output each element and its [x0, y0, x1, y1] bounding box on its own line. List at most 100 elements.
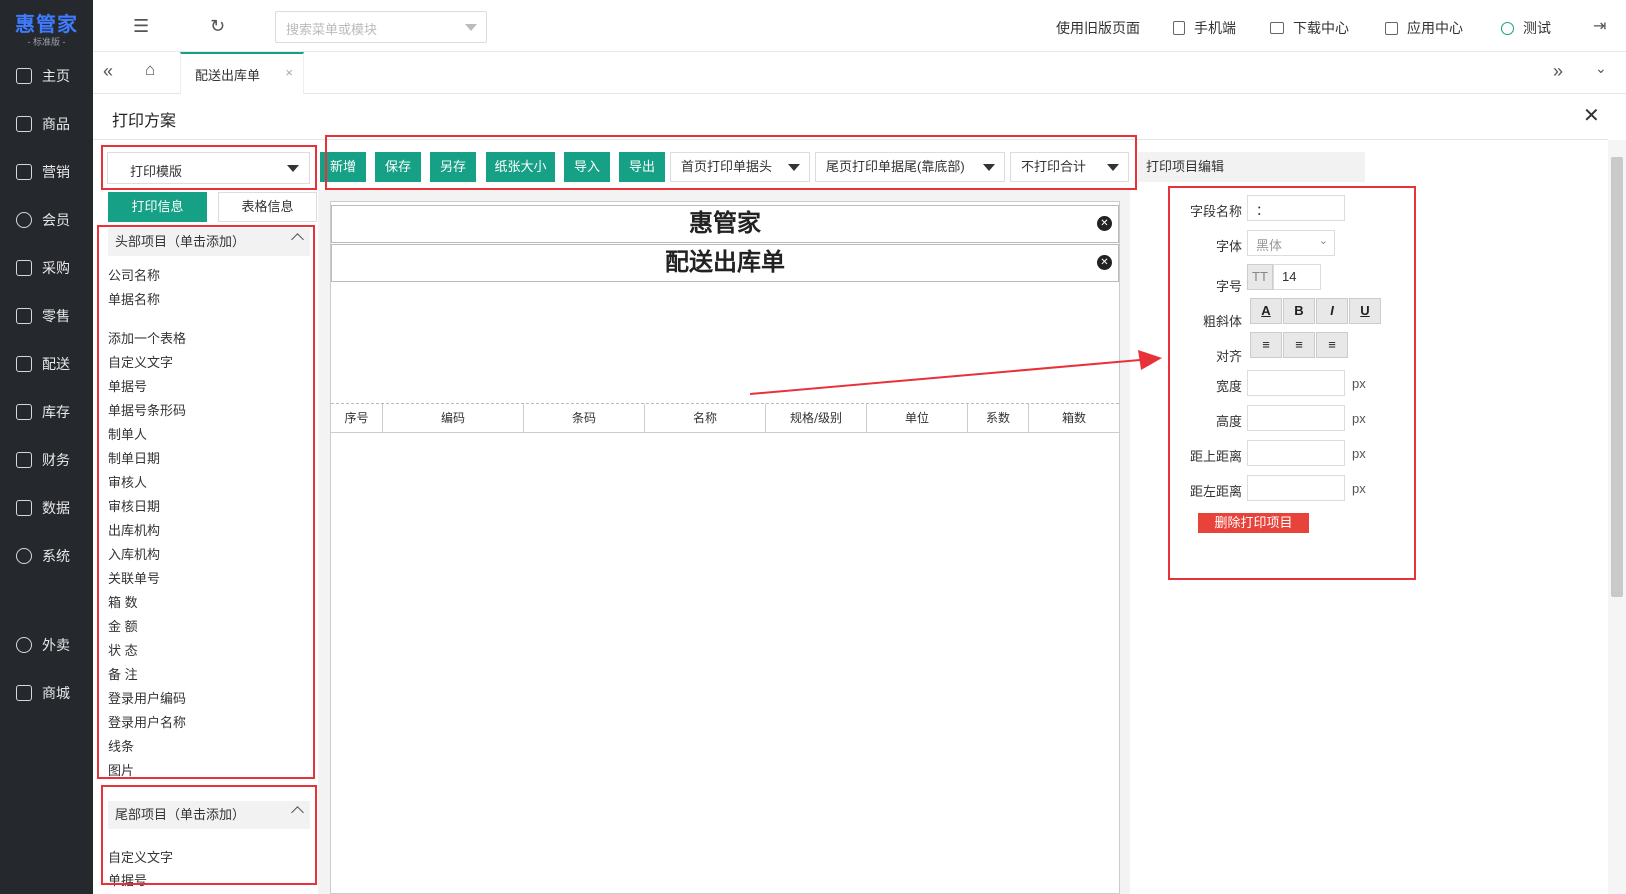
brand-name: 惠管家 [15, 14, 78, 36]
sidebar-item-retail[interactable]: 零售 [0, 298, 93, 334]
apps-grid-icon [1385, 21, 1398, 35]
user-icon [1501, 21, 1514, 35]
scrollbar-thumb[interactable] [1611, 157, 1623, 597]
top-header: ☰ ↻ 搜索菜单或模块 使用旧版页面 手机端 下载中心 应用中心 测试 ⇥ [93, 0, 1626, 52]
double-chevron-right-icon[interactable]: » [1553, 61, 1563, 82]
gear-icon [16, 548, 32, 564]
tab-label: 配送出库单 [195, 68, 261, 83]
monitor-icon [1270, 22, 1284, 34]
sidebar-item-label: 配送 [42, 356, 70, 372]
logout-icon[interactable]: ⇥ [1593, 16, 1606, 36]
sidebar-item-takeout[interactable]: 外卖 [0, 627, 93, 663]
mobile-label: 手机端 [1194, 20, 1236, 36]
sidebar-item-label: 零售 [42, 308, 70, 324]
truck-icon [16, 356, 32, 372]
user-name: 测试 [1523, 20, 1551, 36]
column-header: 名称 [645, 404, 766, 432]
sidebar-item-delivery[interactable]: 配送 [0, 346, 93, 382]
bike-icon [16, 637, 32, 653]
column-header: 规格/级别 [766, 404, 867, 432]
bar-chart-icon [16, 500, 32, 516]
sidebar-item-home[interactable]: 主页 [0, 58, 93, 94]
print-canvas[interactable] [330, 201, 1120, 894]
tab-print-info[interactable]: 打印信息 [108, 192, 207, 222]
sidebar-item-marketing[interactable]: 营销 [0, 154, 93, 190]
app-center-link[interactable]: 应用中心 [1385, 18, 1463, 38]
company-name-text: 惠管家 [689, 210, 761, 237]
sidebar-item-label: 营销 [42, 164, 70, 180]
sidebar-item-label: 库存 [42, 404, 70, 420]
tab-delivery-outbound[interactable]: 配送出库单 × [180, 52, 304, 94]
sidebar-item-goods[interactable]: 商品 [0, 106, 93, 142]
user-link[interactable]: 测试 [1501, 18, 1551, 38]
annotation-box-footer-items [101, 785, 317, 885]
cart-icon [16, 260, 32, 276]
column-header: 条码 [524, 404, 645, 432]
download-center-link[interactable]: 下载中心 [1270, 18, 1349, 38]
chevron-down-icon[interactable]: ⌄ [1595, 60, 1607, 77]
column-header: 箱数 [1061, 411, 1086, 425]
old-version-label: 使用旧版页面 [1056, 20, 1140, 36]
canvas-table-header[interactable]: 序号 编码 条码 名称 规格/级别 单位 系数 箱数 [331, 403, 1119, 433]
panel-title: 打印方案 [112, 113, 177, 130]
menu-collapse-icon[interactable]: ☰ [133, 16, 149, 37]
sidebar-item-label: 财务 [42, 452, 70, 468]
canvas-company-name[interactable]: 惠管家 ✕ [331, 205, 1119, 243]
mobile-icon [1173, 21, 1185, 35]
doc-name-text: 配送出库单 [665, 249, 785, 276]
mobile-link[interactable]: 手机端 [1173, 18, 1236, 38]
column-header: 序号 [331, 404, 383, 432]
tab-table-info[interactable]: 表格信息 [218, 192, 317, 222]
remove-item-icon[interactable]: ✕ [1097, 216, 1112, 231]
arrow-head [1138, 350, 1162, 370]
annotation-box-header-items [97, 225, 315, 779]
sidebar-item-data[interactable]: 数据 [0, 490, 93, 526]
logo: 惠管家 - 标准版 - [0, 0, 93, 50]
app-center-label: 应用中心 [1407, 20, 1463, 36]
sidebar-item-label: 系统 [42, 548, 70, 564]
download-center-label: 下载中心 [1293, 20, 1349, 36]
yen-icon [16, 452, 32, 468]
annotation-box-toolbar [325, 135, 1137, 190]
sidebar-item-label: 数据 [42, 500, 70, 516]
search-input[interactable]: 搜索菜单或模块 [275, 11, 487, 43]
annotation-box-properties [1168, 186, 1416, 580]
chevron-down-icon [465, 24, 477, 31]
sidebar-item-label: 外卖 [42, 637, 70, 653]
sidebar-item-mall[interactable]: 商城 [0, 675, 93, 711]
double-chevron-left-icon[interactable]: « [103, 61, 113, 82]
sidebar-item-label: 会员 [42, 212, 70, 228]
box-icon [16, 404, 32, 420]
canvas-doc-name[interactable]: 配送出库单 ✕ [331, 244, 1119, 282]
home-tab-icon[interactable]: ⌂ [145, 60, 155, 80]
remove-item-icon[interactable]: ✕ [1097, 255, 1112, 270]
store-icon [16, 685, 32, 701]
chart-line-icon [16, 164, 32, 180]
sidebar-item-label: 商品 [42, 116, 70, 132]
column-header: 单位 [867, 404, 968, 432]
annotation-box-template [101, 145, 317, 190]
sidebar-item-purchase[interactable]: 采购 [0, 250, 93, 286]
column-header: 编码 [383, 404, 524, 432]
sidebar: 惠管家 - 标准版 - 主页 商品 营销 会员 采购 零售 配送 库存 财务 数… [0, 0, 93, 894]
sidebar-item-label: 主页 [42, 68, 70, 84]
tabs-bar: « ⌂ 配送出库单 × » ⌄ [93, 52, 1626, 94]
sidebar-item-inventory[interactable]: 库存 [0, 394, 93, 430]
sidebar-item-label: 商城 [42, 685, 70, 701]
close-icon[interactable]: ✕ [1583, 103, 1600, 128]
column-header: 系数 [968, 404, 1029, 432]
tab-close-icon[interactable]: × [285, 65, 293, 80]
sidebar-item-label: 采购 [42, 260, 70, 276]
old-version-link[interactable]: 使用旧版页面 [1056, 18, 1140, 38]
search-placeholder: 搜索菜单或模块 [286, 22, 378, 37]
sidebar-item-system[interactable]: 系统 [0, 538, 93, 574]
props-title: 打印项目编辑 [1138, 152, 1365, 182]
sidebar-item-member[interactable]: 会员 [0, 202, 93, 238]
bag-icon [16, 308, 32, 324]
diamond-icon [16, 212, 32, 228]
edition-label: - 标准版 - [27, 37, 66, 47]
refresh-icon[interactable]: ↻ [210, 16, 225, 37]
cube-icon [16, 116, 32, 132]
sidebar-item-finance[interactable]: 财务 [0, 442, 93, 478]
home-icon [16, 68, 32, 84]
